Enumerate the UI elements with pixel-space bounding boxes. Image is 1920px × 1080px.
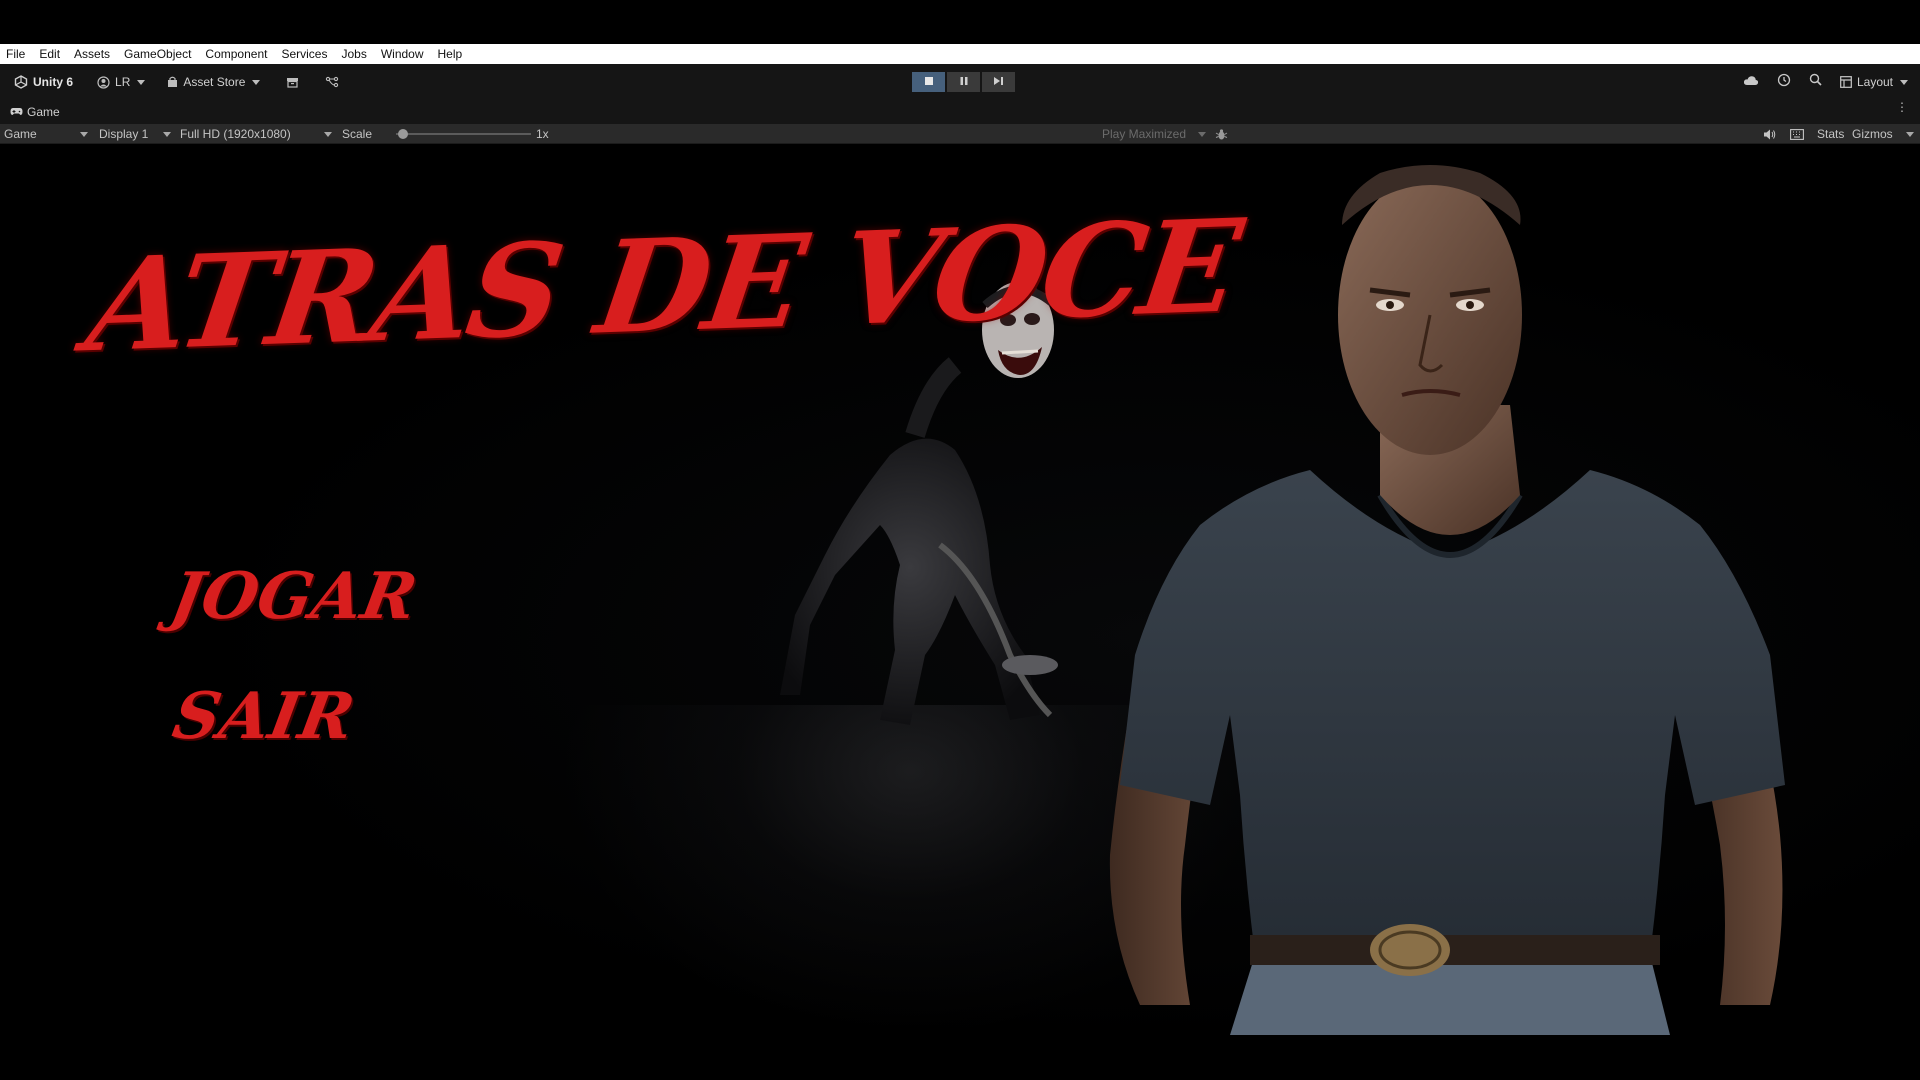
menu-assets[interactable]: Assets xyxy=(74,47,110,61)
package-button[interactable] xyxy=(280,74,305,91)
game-viewport[interactable]: ATRAS DE VOCE JOGAR SAIR xyxy=(0,145,1920,1035)
menu-gameobject[interactable]: GameObject xyxy=(124,47,191,61)
main-toolbar: Unity 6 LR Asset Store Layout xyxy=(0,64,1920,100)
stop-icon xyxy=(924,73,934,91)
menu-file[interactable]: File xyxy=(6,47,25,61)
account-icon xyxy=(97,75,110,89)
game-tab-header: Game ⋮ xyxy=(0,100,1920,124)
stats-button[interactable]: Stats xyxy=(1817,124,1844,144)
chevron-down-icon xyxy=(80,131,88,137)
asset-store-label: Asset Store xyxy=(183,75,246,89)
layout-dropdown[interactable]: Layout xyxy=(1840,75,1908,89)
resolution-label: Full HD (1920x1080) xyxy=(180,127,291,141)
audio-icon[interactable] xyxy=(1763,124,1776,144)
layout-label: Layout xyxy=(1856,75,1893,89)
menu-component[interactable]: Component xyxy=(205,47,267,61)
asset-store-icon xyxy=(167,76,178,88)
menu-window[interactable]: Window xyxy=(381,47,424,61)
game-title: ATRAS DE VOCE xyxy=(78,191,1246,382)
cloud-icon[interactable] xyxy=(1743,73,1759,91)
scale-slider-track[interactable] xyxy=(396,133,531,135)
menu-jobs[interactable]: Jobs xyxy=(341,47,366,61)
bug-icon[interactable] xyxy=(1215,124,1228,144)
chevron-down-icon xyxy=(252,79,261,85)
game-mode-dropdown[interactable]: Game xyxy=(4,124,88,144)
layout-icon xyxy=(1840,76,1852,88)
pause-icon xyxy=(959,73,969,91)
chevron-down-icon xyxy=(1906,131,1914,137)
play-maximized-dropdown[interactable]: Play Maximized xyxy=(1102,124,1206,144)
scale-value: 1x xyxy=(536,127,549,141)
account-label: LR xyxy=(115,75,131,89)
game-mode-label: Game xyxy=(4,127,37,141)
step-button[interactable] xyxy=(982,72,1015,92)
keyboard-icon[interactable] xyxy=(1790,124,1804,144)
chevron-down-icon xyxy=(1198,131,1206,137)
play-controls xyxy=(912,72,1015,92)
play-maximized-label: Play Maximized xyxy=(1102,127,1187,141)
game-view-toolbar: Game Display 1 Full HD (1920x1080) Scale… xyxy=(0,124,1920,144)
sair-button[interactable]: SAIR xyxy=(167,679,359,754)
letterbox-bottom xyxy=(0,1035,1920,1080)
step-icon xyxy=(993,73,1004,91)
unity-version-label: Unity 6 xyxy=(33,75,74,89)
package-icon xyxy=(286,77,299,88)
chevron-down-icon xyxy=(1900,79,1908,85)
version-control-button[interactable] xyxy=(319,73,345,91)
search-icon[interactable] xyxy=(1809,73,1822,91)
jogar-button[interactable]: JOGAR xyxy=(165,559,422,634)
pause-button[interactable] xyxy=(947,72,980,92)
unity-account-button[interactable]: Unity 6 xyxy=(8,72,79,92)
account-dropdown[interactable]: LR xyxy=(91,72,151,92)
version-control-icon xyxy=(325,76,339,88)
tab-game-label: Game xyxy=(27,105,60,119)
gamepad-icon xyxy=(10,105,23,119)
menu-edit[interactable]: Edit xyxy=(39,47,60,61)
chevron-down-icon xyxy=(163,131,171,137)
chevron-down-icon xyxy=(324,131,332,137)
gizmos-dropdown[interactable]: Gizmos xyxy=(1852,124,1914,144)
tab-game[interactable]: Game xyxy=(0,105,60,119)
history-icon[interactable] xyxy=(1777,73,1791,92)
menu-services[interactable]: Services xyxy=(281,47,327,61)
gizmos-label: Gizmos xyxy=(1852,127,1893,141)
scale-label: Scale xyxy=(342,127,373,141)
display-label: Display 1 xyxy=(99,127,149,141)
asset-store-dropdown[interactable]: Asset Store xyxy=(161,72,266,92)
display-dropdown[interactable]: Display 1 xyxy=(99,124,171,144)
resolution-dropdown[interactable]: Full HD (1920x1080) xyxy=(180,124,332,144)
scale-slider-thumb[interactable] xyxy=(397,129,408,139)
more-options-icon[interactable]: ⋮ xyxy=(1896,101,1908,113)
menu-bar: File Edit Assets GameObject Component Se… xyxy=(0,44,1920,64)
stop-button[interactable] xyxy=(912,72,945,92)
unity-logo-icon xyxy=(14,75,28,89)
chevron-down-icon xyxy=(137,79,146,85)
menu-help[interactable]: Help xyxy=(438,47,463,61)
letterbox-top xyxy=(0,0,1920,44)
